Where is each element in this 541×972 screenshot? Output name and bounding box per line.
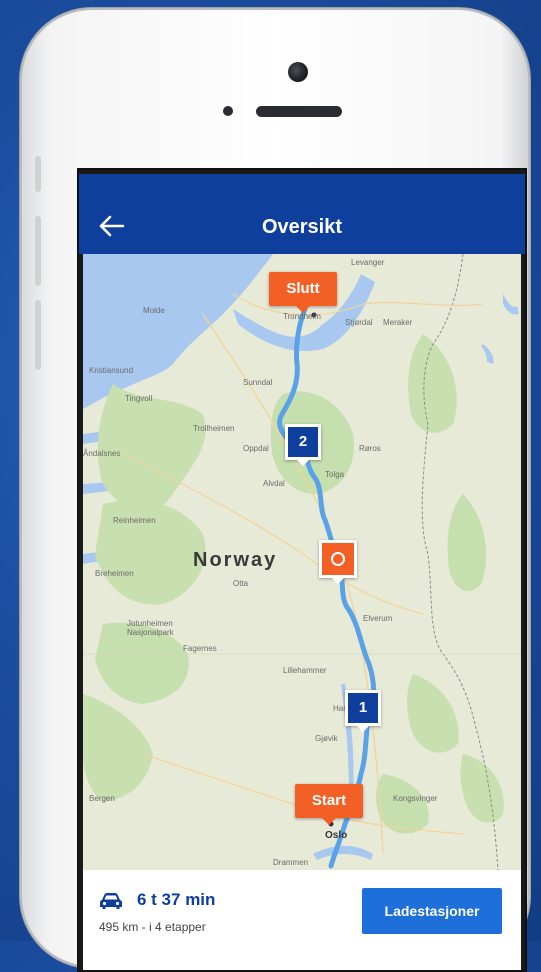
map-label: Sunndal	[243, 378, 273, 387]
map-label: Meraker	[383, 318, 413, 327]
volume-down-button	[35, 300, 41, 370]
route-map[interactable]: Levanger Trondheim Stjørdal Meraker Kris…	[83, 254, 521, 870]
map-label: Lillehammer	[283, 666, 327, 675]
map-label: Molde	[143, 306, 165, 315]
mute-switch	[35, 156, 41, 192]
map-label: Oppdal	[243, 444, 269, 453]
map-label: Stjørdal	[345, 318, 373, 327]
trip-distance-summary: 495 km - i 4 etapper	[99, 920, 206, 934]
map-label: Trollheimen	[193, 424, 235, 433]
map-label: Otta	[233, 579, 249, 588]
app-bar: Oversikt	[79, 174, 525, 254]
map-label: Jotunheimen Nasjonalpark	[127, 619, 174, 637]
map-label: Bergen	[89, 794, 115, 803]
trip-summary-panel: 6 t 37 min 495 km - i 4 etapper Ladestas…	[83, 870, 521, 970]
charging-station-marker[interactable]	[319, 540, 357, 584]
country-label: Norway	[193, 549, 278, 571]
stop-marker-2[interactable]: 2	[285, 424, 321, 466]
map-label: Gjøvik	[315, 734, 338, 743]
charging-station-icon	[331, 552, 345, 566]
volume-up-button	[35, 216, 41, 286]
map-label: Reinheimen	[113, 516, 156, 525]
map-label: Trondheim	[283, 312, 321, 321]
car-icon	[100, 893, 122, 909]
map-label: Kongsvinger	[393, 794, 438, 803]
stop-marker-1[interactable]: 1	[345, 690, 381, 732]
page-title: Oversikt	[261, 216, 343, 238]
map-label: Kristiansund	[89, 366, 134, 375]
phone-frame: Oversikt Levanger Trondheim Stjørdal Mer…	[20, 8, 530, 972]
start-marker[interactable]: Start	[295, 784, 363, 825]
map-label: Levanger	[351, 258, 385, 267]
map-label: Røros	[359, 444, 381, 453]
map-label: Fagernes	[183, 644, 217, 653]
map-label: Tolga	[325, 470, 345, 479]
end-marker[interactable]: Slutt	[269, 272, 337, 313]
map-label: Alvdal	[263, 479, 285, 488]
map-label: Breheimen	[95, 569, 134, 578]
front-camera	[288, 62, 308, 82]
map-terrain	[83, 254, 521, 870]
charging-stations-button[interactable]: Ladestasjoner	[362, 888, 502, 934]
map-label: Åndalsnes	[83, 449, 121, 458]
earpiece-speaker	[256, 106, 342, 117]
map-label: Tingvoll	[125, 394, 153, 403]
proximity-sensor	[223, 106, 233, 116]
map-label: Elverum	[363, 614, 393, 623]
phone-screen: Oversikt Levanger Trondheim Stjørdal Mer…	[77, 168, 527, 972]
trip-duration: 6 t 37 min	[137, 890, 216, 909]
map-label: Drammen	[273, 858, 309, 867]
map-label: Oslo	[325, 830, 348, 841]
